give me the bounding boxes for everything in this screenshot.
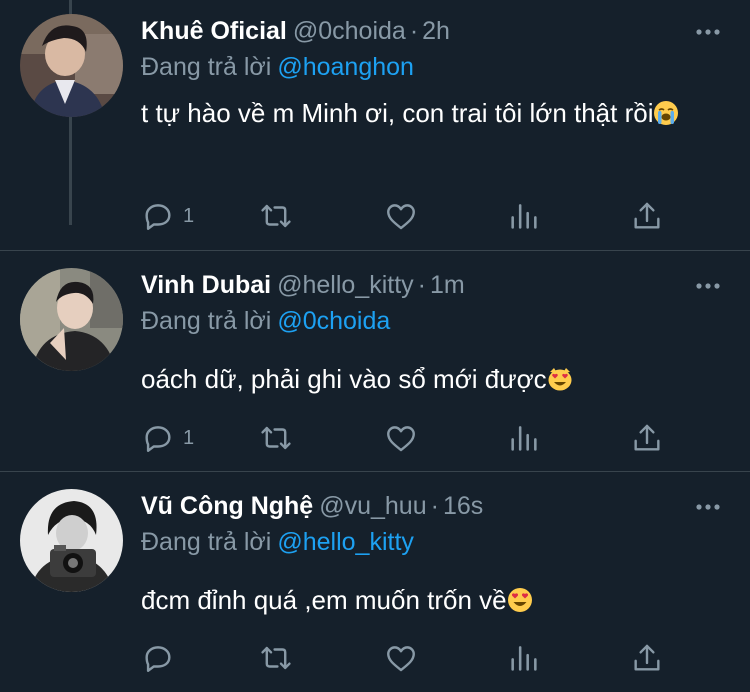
user-handle[interactable]: @0choida bbox=[293, 17, 406, 45]
mention-link[interactable]: @hoanghon bbox=[277, 53, 414, 81]
analytics-icon bbox=[511, 204, 537, 229]
reply-button[interactable]: 1 bbox=[141, 198, 194, 234]
tweet-actions bbox=[141, 640, 681, 676]
more-button[interactable] bbox=[690, 274, 726, 298]
avatar[interactable] bbox=[20, 268, 123, 371]
more-icon bbox=[696, 504, 720, 510]
more-button[interactable] bbox=[690, 20, 726, 44]
replying-to-label: Đang trả lời bbox=[141, 528, 272, 556]
retweet-icon bbox=[261, 204, 291, 228]
reply-button[interactable] bbox=[141, 640, 183, 676]
reply-count: 1 bbox=[183, 426, 195, 449]
mention-link[interactable]: @0choida bbox=[277, 307, 390, 335]
smiling-face-heart-eyes-icon bbox=[507, 588, 532, 612]
tweet[interactable]: Vinh Dubai @hello_kitty · 1m Đang trả lời @0… bbox=[0, 251, 750, 471]
analytics-button[interactable] bbox=[507, 640, 541, 676]
more-button[interactable] bbox=[690, 495, 726, 519]
tweet-text: đcm đỉnh quá ,em muốn trốn về bbox=[141, 579, 711, 621]
reply-icon bbox=[145, 426, 171, 452]
tweet-text-content: t tự hào về m Minh ơi, con trai tôi lớn … bbox=[141, 98, 654, 128]
loudly-crying-face-icon bbox=[654, 101, 679, 125]
user-handle[interactable]: @vu_huu bbox=[319, 492, 426, 520]
like-button[interactable] bbox=[384, 198, 418, 234]
tweet-header: Khuê Oficial @0choida · 2h bbox=[141, 14, 450, 48]
analytics-button[interactable] bbox=[507, 420, 541, 456]
tweet-text-content: đcm đỉnh quá ,em muốn trốn về bbox=[141, 585, 507, 615]
avatar[interactable] bbox=[20, 14, 123, 117]
like-button[interactable] bbox=[384, 420, 418, 456]
share-button[interactable] bbox=[630, 420, 664, 456]
replying-to-label: Đang trả lời bbox=[141, 53, 272, 81]
tweet-header: Vũ Công Nghệ @vu_huu · 16s bbox=[141, 489, 483, 523]
reply-icon bbox=[145, 204, 171, 230]
share-icon bbox=[634, 424, 660, 451]
reply-icon bbox=[145, 646, 171, 672]
tweet-text: t tự hào về m Minh ơi, con trai tôi lớn … bbox=[141, 92, 711, 134]
avatar-photo-icon bbox=[20, 14, 123, 117]
like-icon bbox=[387, 204, 415, 230]
timestamp[interactable]: 2h bbox=[422, 17, 450, 45]
tweet-actions: 1 bbox=[141, 420, 681, 456]
smiling-cat-heart-eyes-icon bbox=[548, 368, 572, 391]
analytics-button[interactable] bbox=[507, 198, 541, 234]
timestamp[interactable]: 1m bbox=[430, 271, 465, 299]
tweet-text: oách dữ, phải ghi vào sổ mới được bbox=[141, 358, 711, 400]
tweet[interactable]: Khuê Oficial @0choida · 2h Đang trả lời @hoa… bbox=[0, 0, 750, 250]
like-icon bbox=[387, 646, 415, 672]
avatar-photo-icon bbox=[20, 489, 123, 592]
retweet-button[interactable] bbox=[259, 198, 293, 234]
reply-count: 1 bbox=[183, 204, 195, 227]
avatar-photo-icon bbox=[20, 268, 123, 371]
share-button[interactable] bbox=[630, 198, 664, 234]
display-name[interactable]: Vũ Công Nghệ bbox=[141, 492, 313, 520]
dot-separator: · bbox=[417, 271, 426, 299]
replying-to-line: Đang trả lời @0choida bbox=[141, 304, 390, 338]
display-name[interactable]: Khuê Oficial bbox=[141, 17, 287, 45]
tweet-text-content: oách dữ, phải ghi vào sổ mới được bbox=[141, 364, 547, 394]
dot-separator: · bbox=[409, 17, 419, 45]
more-icon bbox=[696, 29, 720, 35]
reply-button[interactable]: 1 bbox=[141, 420, 194, 456]
retweet-icon bbox=[261, 646, 291, 670]
like-button[interactable] bbox=[384, 640, 418, 676]
like-icon bbox=[387, 426, 415, 452]
mention-link[interactable]: @hello_kitty bbox=[277, 528, 414, 556]
share-icon bbox=[634, 202, 660, 229]
tweet-actions: 1 bbox=[141, 198, 681, 234]
timestamp[interactable]: 16s bbox=[443, 492, 483, 520]
retweet-icon bbox=[261, 426, 291, 450]
retweet-button[interactable] bbox=[259, 420, 293, 456]
analytics-icon bbox=[511, 426, 537, 451]
display-name[interactable]: Vinh Dubai bbox=[141, 271, 271, 299]
tweet[interactable]: Vũ Công Nghệ @vu_huu · 16s Đang trả lời @hel… bbox=[0, 472, 750, 692]
replying-to-line: Đang trả lời @hello_kitty bbox=[141, 525, 414, 559]
replying-to-line: Đang trả lời @hoanghon bbox=[141, 50, 414, 84]
more-icon bbox=[696, 283, 720, 289]
share-icon bbox=[634, 644, 660, 671]
analytics-icon bbox=[511, 646, 537, 671]
user-handle[interactable]: @hello_kitty bbox=[277, 271, 414, 299]
tweet-header: Vinh Dubai @hello_kitty · 1m bbox=[141, 268, 465, 302]
avatar[interactable] bbox=[20, 489, 123, 592]
share-button[interactable] bbox=[630, 640, 664, 676]
retweet-button[interactable] bbox=[259, 640, 293, 676]
dot-separator: · bbox=[430, 492, 439, 520]
replying-to-label: Đang trả lời bbox=[141, 307, 272, 335]
